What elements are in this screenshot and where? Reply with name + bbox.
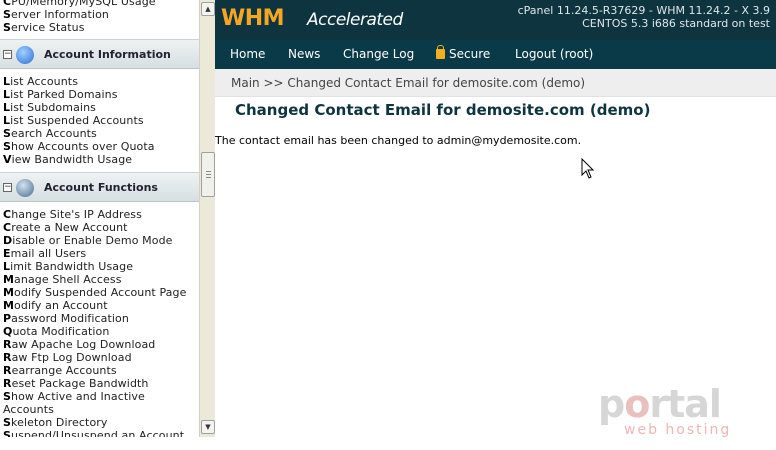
watermark-subtitle: web hosting	[624, 422, 732, 438]
whm-header: WHM Accelerated cPanel 11.24.5-R37629 - …	[215, 0, 776, 40]
scroll-thumb[interactable]	[201, 152, 215, 197]
sidebar-link[interactable]: Email all Users	[3, 247, 86, 260]
collapse-icon[interactable]: −	[3, 50, 12, 59]
sidebar-bottom	[0, 437, 215, 450]
info-icon	[16, 46, 34, 64]
nav-logout[interactable]: Logout (root)	[515, 47, 593, 61]
sidebar-link[interactable]: Raw Ftp Log Download	[3, 351, 132, 364]
section-header[interactable]: − Account Functions	[0, 172, 199, 202]
sidebar-link[interactable]: CPU/Memory/MySQL Usage	[3, 0, 156, 8]
nav-change-log[interactable]: Change Log	[343, 47, 414, 61]
scroll-up-button[interactable]: ▲	[201, 2, 215, 16]
sidebar-link[interactable]: Service Status	[3, 21, 85, 34]
scroll-down-button[interactable]: ▼	[201, 420, 215, 434]
sidebar-link[interactable]: Manage Shell Access	[3, 273, 122, 286]
top-nav: Home News Change Log Secure Logout (root…	[215, 40, 776, 69]
sidebar-link[interactable]: Password Modification	[3, 312, 129, 325]
sidebar-nav: CPU/Memory/MySQL Usage Server Information…	[0, 0, 199, 437]
sidebar-link[interactable]: Rearrange Accounts	[3, 364, 117, 377]
nav-secure[interactable]: Secure	[436, 45, 491, 61]
sidebar-link[interactable]: List Parked Domains	[3, 88, 118, 101]
sidebar-link[interactable]: View Bandwidth Usage	[3, 153, 132, 166]
sidebar-link[interactable]: Show Active and Inactive	[3, 390, 145, 403]
whm-logo-subtitle: Accelerated	[307, 10, 403, 30]
nav-secure-label: Secure	[449, 47, 491, 61]
portal-watermark: portal web hosting	[598, 382, 758, 442]
sidebar-link[interactable]: Server Information	[3, 8, 109, 21]
collapse-icon[interactable]: −	[3, 183, 12, 192]
breadcrumb: Main >> Changed Contact Email for demosi…	[215, 69, 776, 97]
account-functions-icon	[16, 179, 34, 197]
sidebar-link[interactable]: Create a New Account	[3, 221, 128, 234]
lock-icon	[436, 45, 445, 59]
mouse-cursor-icon	[581, 158, 595, 179]
sidebar-link[interactable]: List Subdomains	[3, 101, 96, 114]
status-message: The contact email has been changed to ad…	[215, 134, 582, 147]
page-title: Changed Contact Email for demosite.com (…	[235, 101, 651, 119]
section-title: Account Information	[44, 48, 171, 61]
breadcrumb-text[interactable]: Main >> Changed Contact Email for demosi…	[231, 76, 585, 90]
sidebar-link[interactable]: Reset Package Bandwidth	[3, 377, 149, 390]
sidebar-link[interactable]: List Suspended Accounts	[3, 114, 144, 127]
version-info: cPanel 11.24.5-R37629 - WHM 11.24.2 - X …	[517, 4, 770, 17]
whm-logo: WHM	[221, 6, 285, 31]
sidebar-link[interactable]: Disable or Enable Demo Mode	[3, 234, 173, 247]
server-info: CENTOS 5.3 i686 standard on test	[582, 17, 770, 30]
main-panel: WHM Accelerated cPanel 11.24.5-R37629 - …	[215, 0, 776, 450]
sidebar-link[interactable]: Quota Modification	[3, 325, 109, 338]
watermark-logo: portal	[598, 382, 722, 426]
sidebar-link[interactable]: Show Accounts over Quota	[3, 140, 155, 153]
section-header[interactable]: − Account Information	[0, 39, 199, 69]
nav-home[interactable]: Home	[230, 47, 265, 61]
sidebar-link[interactable]: List Accounts	[3, 75, 78, 88]
sidebar-scrollbar[interactable]: ▲ ▼	[199, 0, 215, 437]
sidebar-link[interactable]: Modify an Account	[3, 299, 108, 312]
sidebar-link[interactable]: Suspend/Unsuspend an Account	[3, 429, 184, 437]
sidebar-link[interactable]: Search Accounts	[3, 127, 97, 140]
sidebar-link[interactable]: Limit Bandwidth Usage	[3, 260, 133, 273]
sidebar-link[interactable]: Raw Apache Log Download	[3, 338, 155, 351]
sidebar-link[interactable]: Skeleton Directory	[3, 416, 108, 429]
nav-news[interactable]: News	[288, 47, 320, 61]
sidebar-link[interactable]: Change Site's IP Address	[3, 208, 142, 221]
sidebar-link[interactable]: Accounts	[3, 403, 54, 416]
section-title: Account Functions	[44, 181, 158, 194]
sidebar-link[interactable]: Modify Suspended Account Page	[3, 286, 186, 299]
